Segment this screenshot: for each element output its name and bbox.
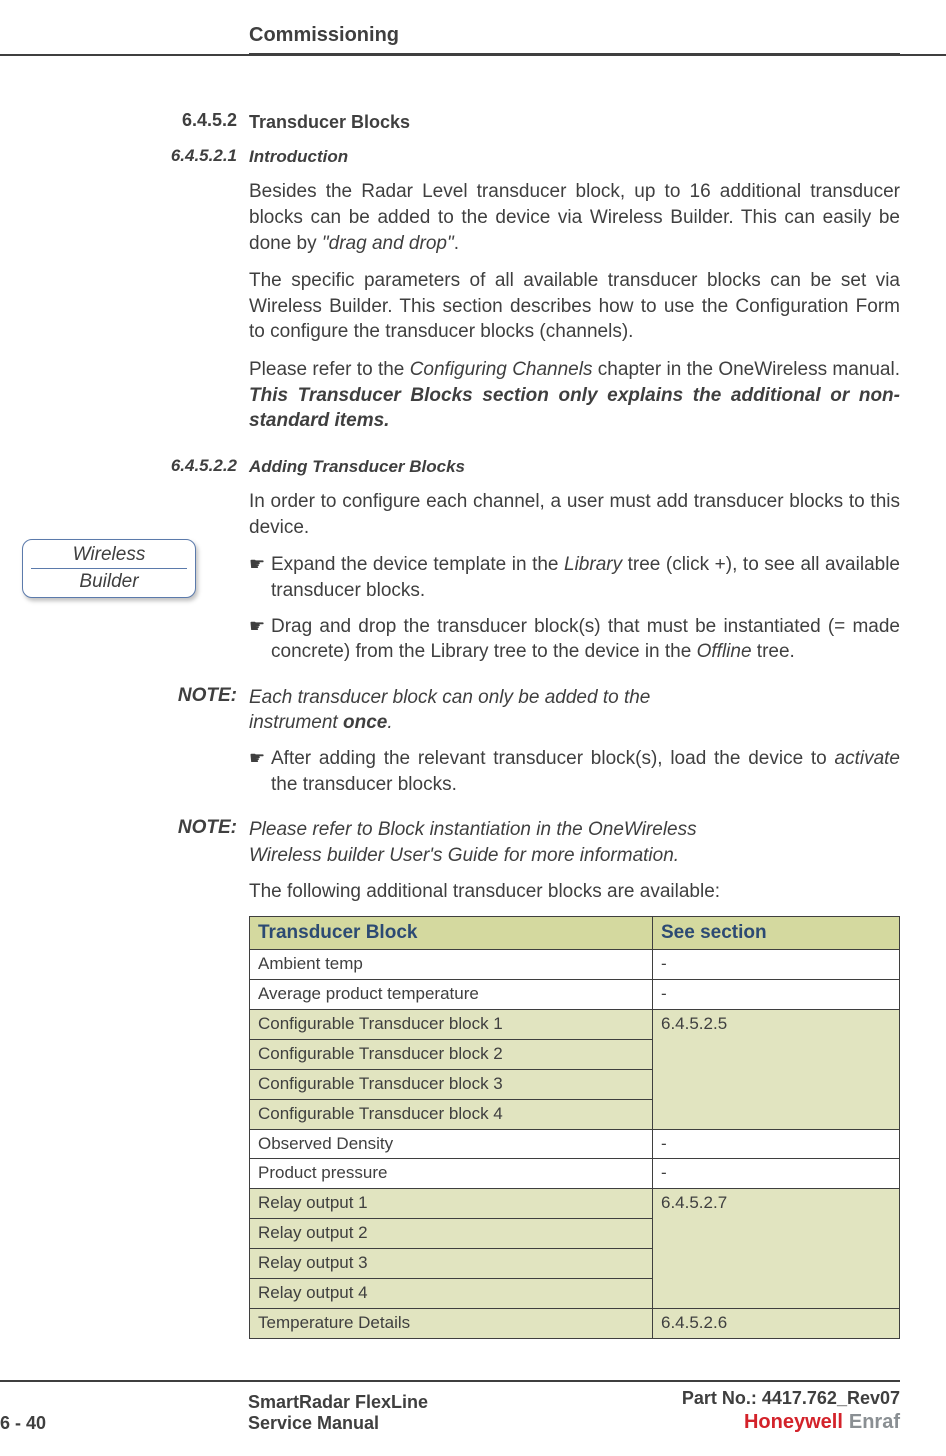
table-cell: Relay output 1 xyxy=(250,1189,653,1219)
table-cell: Configurable Transducer block 4 xyxy=(250,1099,653,1129)
table-cell: Ambient temp xyxy=(250,949,653,979)
section-title: Introduction xyxy=(249,146,900,169)
callout-wireless-builder: Wireless Builder xyxy=(22,539,196,598)
table-cell: - xyxy=(653,1159,900,1189)
footer-doc-title: SmartRadar FlexLine xyxy=(248,1392,682,1413)
section-title: Transducer Blocks xyxy=(249,110,900,134)
table-header: Transducer Block xyxy=(250,917,653,950)
footer-center: SmartRadar FlexLine Service Manual xyxy=(108,1392,682,1434)
table-cell: Relay output 4 xyxy=(250,1279,653,1309)
page-header: Commissioning xyxy=(249,24,900,55)
table-cell: Product pressure xyxy=(250,1159,653,1189)
text-italic: "drag and drop" xyxy=(322,233,454,254)
note-body: Each transducer block can only be added … xyxy=(249,685,679,736)
text-italic: Library xyxy=(564,554,622,575)
header-title: Commissioning xyxy=(249,24,399,46)
page-number: 6 - 40 xyxy=(0,1391,108,1434)
paragraph: ☛ After adding the relevant transducer b… xyxy=(249,746,900,807)
brand-logo: Honeywell Enraf xyxy=(682,1411,900,1434)
bullet-item: ☛ Expand the device template in the Libr… xyxy=(249,552,900,603)
table-cell: Average product temperature xyxy=(250,979,653,1009)
gutter xyxy=(0,179,249,446)
table-cell: 6.4.5.2.5 xyxy=(653,1009,900,1129)
table-cell: Relay output 3 xyxy=(250,1249,653,1279)
note-label: NOTE: xyxy=(0,817,249,868)
table-cell: Configurable Transducer block 2 xyxy=(250,1039,653,1069)
callout-divider xyxy=(31,568,187,569)
text-italic: . xyxy=(387,712,392,733)
header-rule xyxy=(0,54,946,56)
table-row: Temperature Details6.4.5.2.6 xyxy=(250,1309,900,1339)
brand-honeywell: Honeywell xyxy=(744,1411,843,1433)
table-row: Ambient temp- xyxy=(250,949,900,979)
text: the transducer blocks. xyxy=(271,774,457,795)
note-body: Please refer to Block instantiation in t… xyxy=(249,817,699,868)
text: Expand the device template in the xyxy=(271,554,564,575)
footer-right: Part No.: 4417.762_Rev07 Honeywell Enraf xyxy=(682,1388,900,1434)
table-cell: 6.4.5.2.6 xyxy=(653,1309,900,1339)
pointer-icon: ☛ xyxy=(249,552,271,603)
text: The specific parameters of all available… xyxy=(249,268,900,345)
paragraph: Besides the Radar Level transducer block… xyxy=(249,179,900,446)
pointer-icon: ☛ xyxy=(249,614,271,665)
table-cell: Observed Density xyxy=(250,1129,653,1159)
text: After adding the relevant transducer blo… xyxy=(271,748,835,769)
table-row: Average product temperature- xyxy=(250,979,900,1009)
table-row: Observed Density- xyxy=(250,1129,900,1159)
paragraph: The following additional transducer bloc… xyxy=(249,879,900,1339)
table-cell: - xyxy=(653,1129,900,1159)
gutter xyxy=(0,746,249,807)
content-area: 6.4.5.2 Transducer Blocks 6.4.5.2.1 Intr… xyxy=(0,110,900,1349)
text-italic: activate xyxy=(835,748,900,769)
table-cell: Configurable Transducer block 3 xyxy=(250,1069,653,1099)
callout-line1: Wireless xyxy=(31,544,187,566)
section-number: 6.4.5.2.2 xyxy=(0,456,249,479)
table-cell: Temperature Details xyxy=(250,1309,653,1339)
section-number: 6.4.5.2 xyxy=(0,110,249,134)
table-cell: Configurable Transducer block 1 xyxy=(250,1009,653,1039)
text-italic: Configuring Channels xyxy=(410,359,593,380)
table-cell: - xyxy=(653,949,900,979)
table-header: See section xyxy=(653,917,900,950)
text: Please refer to the xyxy=(249,359,410,380)
gutter xyxy=(0,879,249,1339)
paragraph: In order to configure each channel, a us… xyxy=(249,489,900,675)
note-label: NOTE: xyxy=(0,685,249,736)
table-row: Configurable Transducer block 16.4.5.2.5 xyxy=(250,1009,900,1039)
table-cell: 6.4.5.2.7 xyxy=(653,1189,900,1309)
text-bold-italic: This Transducer Blocks section only expl… xyxy=(249,385,900,432)
callout-line2: Builder xyxy=(31,571,187,593)
section-title: Adding Transducer Blocks xyxy=(249,456,900,479)
pointer-icon: ☛ xyxy=(249,746,271,797)
text-italic: Offline xyxy=(697,641,752,662)
text: tree. xyxy=(752,641,795,662)
text: The following additional transducer bloc… xyxy=(249,879,900,905)
transducer-table: Transducer Block See section Ambient tem… xyxy=(249,916,900,1339)
bullet-item: ☛ After adding the relevant transducer b… xyxy=(249,746,900,797)
text: In order to configure each channel, a us… xyxy=(249,489,900,540)
text: . xyxy=(454,233,459,254)
section-number: 6.4.5.2.1 xyxy=(0,146,249,169)
brand-enraf: Enraf xyxy=(849,1411,900,1433)
part-number: Part No.: 4417.762_Rev07 xyxy=(682,1388,900,1409)
page-footer: 6 - 40 SmartRadar FlexLine Service Manua… xyxy=(0,1380,900,1434)
text: chapter in the OneWireless manual. xyxy=(592,359,900,380)
table-row: Relay output 16.4.5.2.7 xyxy=(250,1189,900,1219)
table-cell: - xyxy=(653,979,900,1009)
footer-doc-subtitle: Service Manual xyxy=(248,1413,682,1434)
table-row: Product pressure- xyxy=(250,1159,900,1189)
text-italic: Each transducer block can only be added … xyxy=(249,687,650,734)
text-bold-italic: once xyxy=(343,712,387,733)
table-cell: Relay output 2 xyxy=(250,1219,653,1249)
bullet-item: ☛ Drag and drop the transducer block(s) … xyxy=(249,614,900,665)
text: Drag and drop the transducer block(s) th… xyxy=(271,616,900,663)
table-header-row: Transducer Block See section xyxy=(250,917,900,950)
